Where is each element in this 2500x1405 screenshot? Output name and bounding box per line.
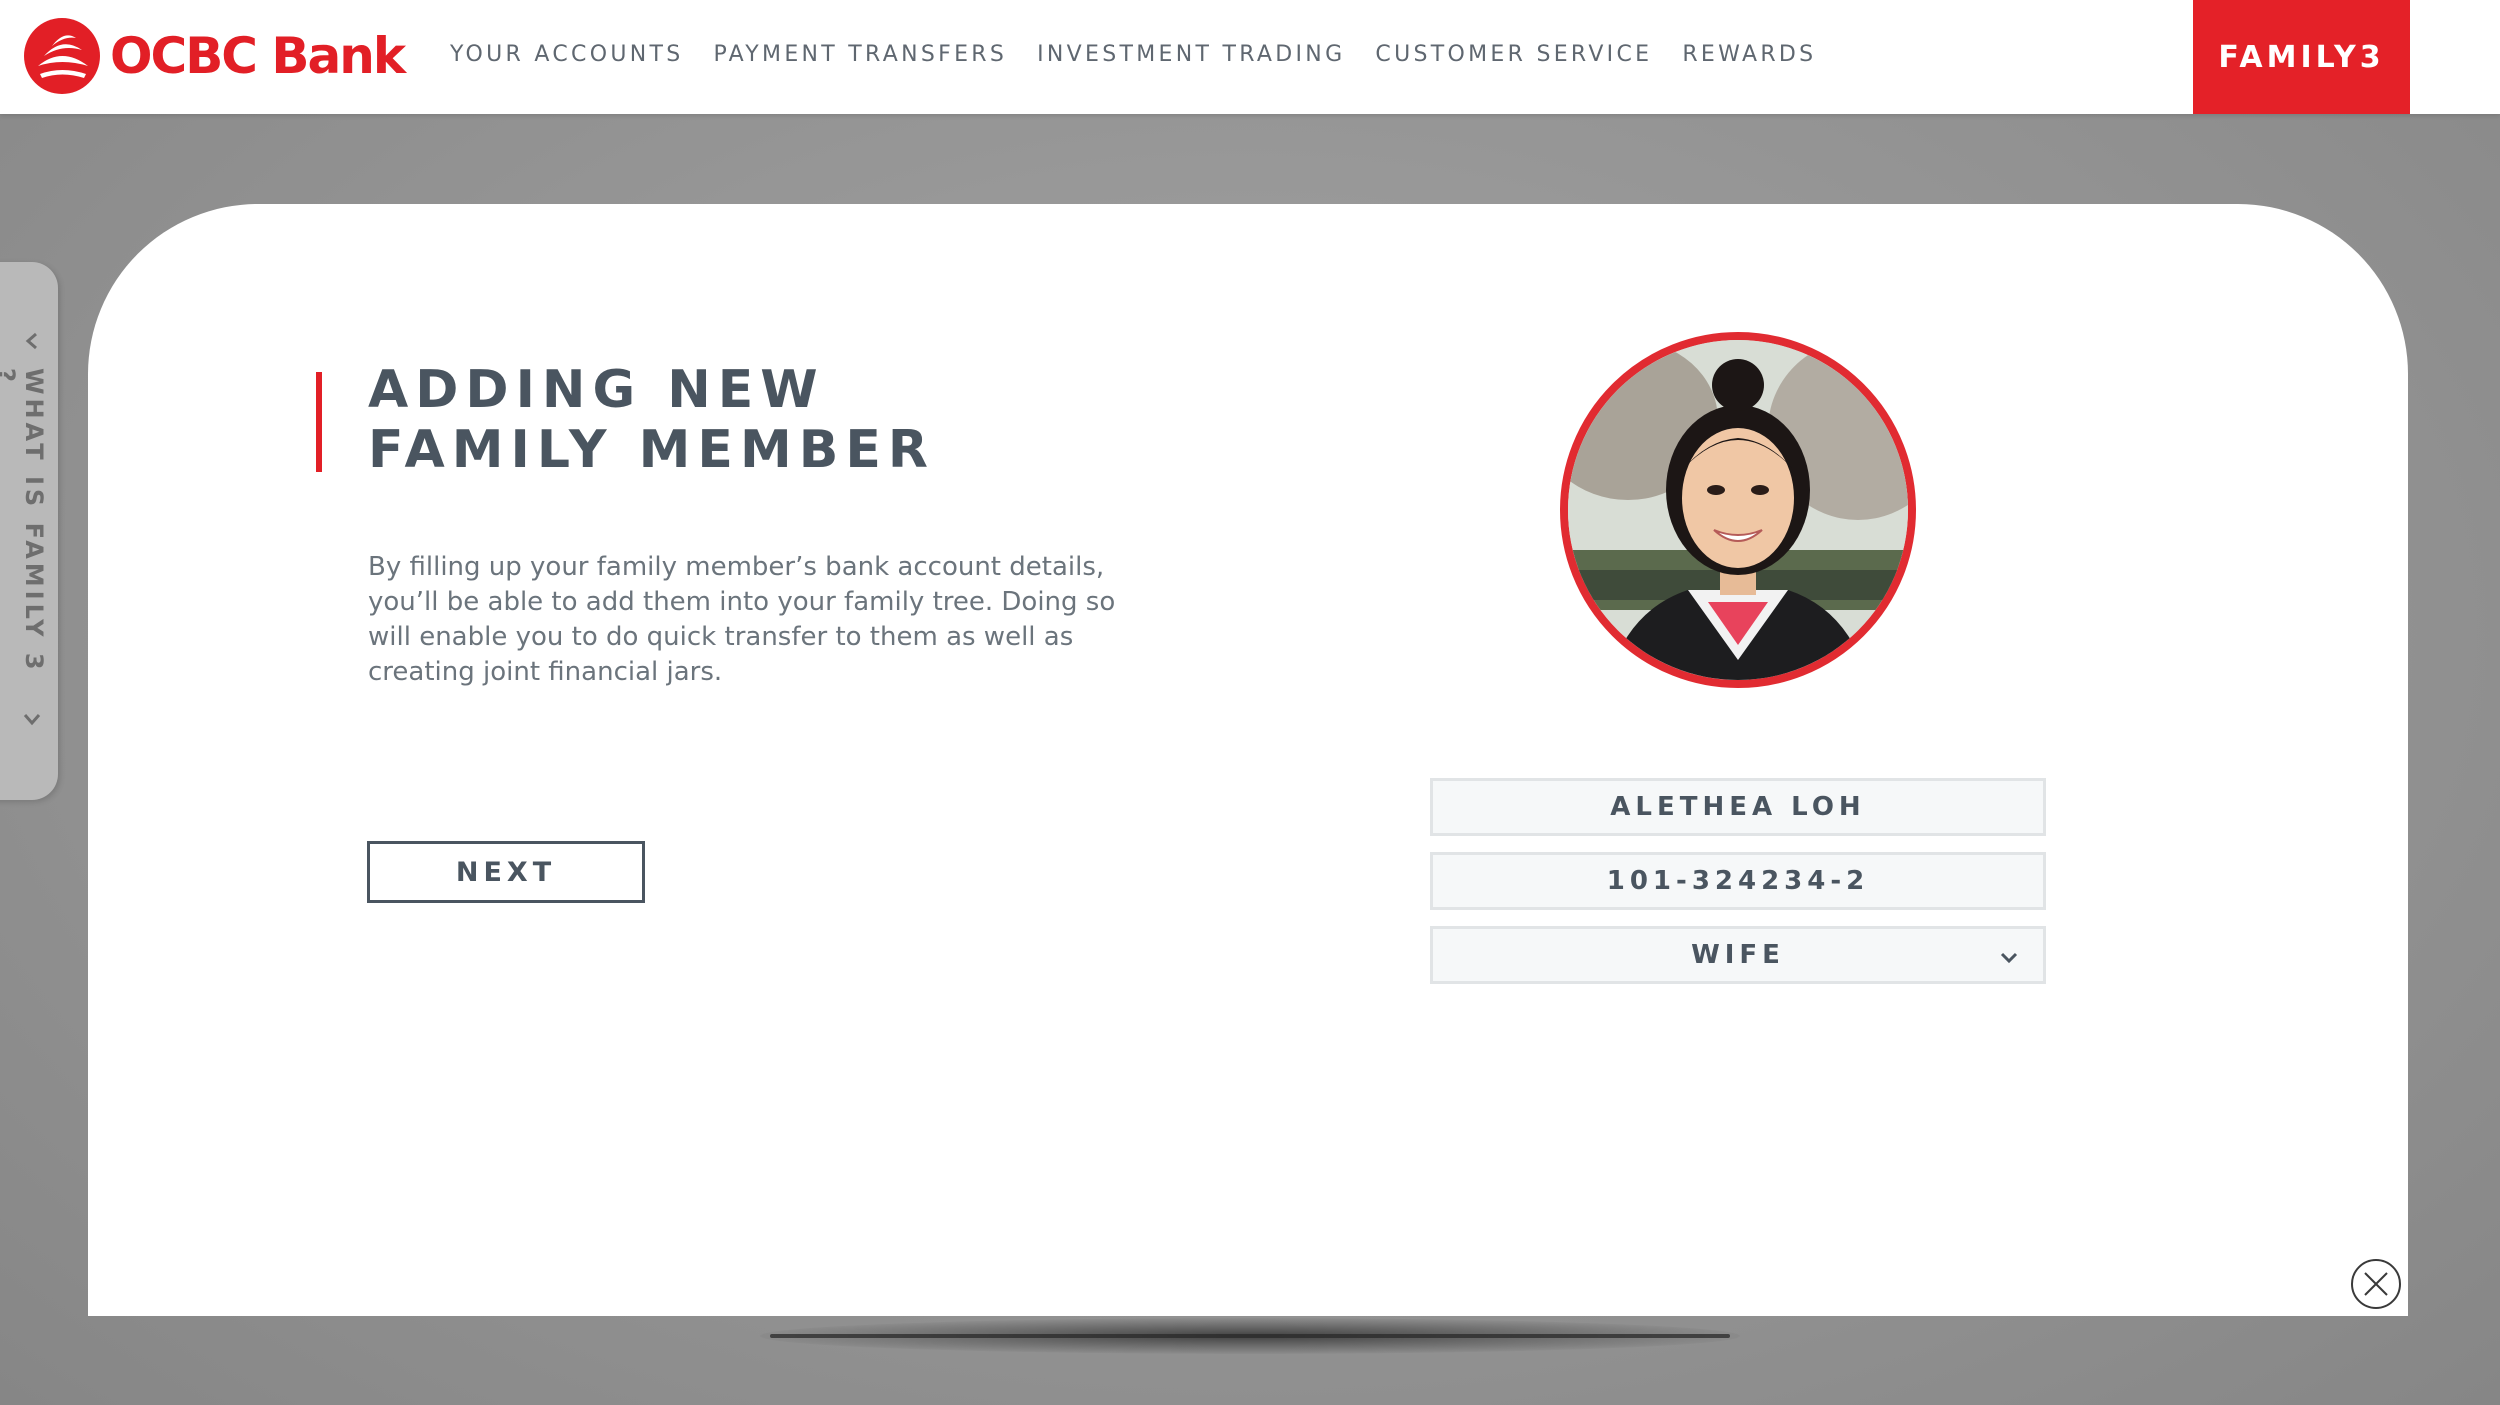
- chevron-down-icon: [2000, 952, 2018, 964]
- ocbc-logo[interactable]: OCBC Bank: [22, 16, 406, 96]
- member-photo: [1568, 340, 1908, 680]
- page-title: ADDING NEW FAMILY MEMBER: [368, 360, 1068, 480]
- relationship-select[interactable]: WIFE: [1430, 926, 2046, 984]
- brand-name: OCBC Bank: [110, 27, 406, 85]
- card-shadow-line: [770, 1334, 1730, 1338]
- title-line-2: FAMILY MEMBER: [368, 420, 935, 480]
- title-line-1: ADDING NEW: [368, 360, 825, 420]
- close-icon[interactable]: [2350, 1258, 2402, 1310]
- member-avatar: [1560, 332, 1916, 688]
- nav-rewards[interactable]: REWARDS: [1682, 42, 1816, 67]
- side-tab-label: WHAT IS FAMILY 3 ?: [0, 368, 48, 674]
- next-button[interactable]: NEXT: [367, 841, 645, 903]
- chevron-down-icon: [23, 714, 41, 726]
- nav-your-accounts[interactable]: YOUR ACCOUNTS: [450, 42, 684, 67]
- main-nav: YOUR ACCOUNTS PAYMENT TRANSFERS INVESTME…: [450, 0, 1846, 108]
- chevron-left-icon: [25, 332, 37, 350]
- family3-button[interactable]: FAMILY3: [2193, 0, 2410, 114]
- member-name-field[interactable]: ALETHEA LOH: [1430, 778, 2046, 836]
- title-accent-bar: [316, 372, 322, 472]
- relationship-value: WIFE: [1691, 940, 1785, 970]
- top-navigation-bar: OCBC Bank YOUR ACCOUNTS PAYMENT TRANSFER…: [0, 0, 2500, 114]
- nav-customer-service[interactable]: CUSTOMER SERVICE: [1375, 42, 1652, 67]
- description-text: By filling up your family member’s bank …: [368, 552, 1116, 687]
- account-number-field[interactable]: 101-324234-2: [1430, 852, 2046, 910]
- nav-investment-trading[interactable]: INVESTMENT TRADING: [1037, 42, 1345, 67]
- ocbc-logo-icon: [24, 18, 100, 94]
- nav-payment-transfers[interactable]: PAYMENT TRANSFERS: [714, 42, 1008, 67]
